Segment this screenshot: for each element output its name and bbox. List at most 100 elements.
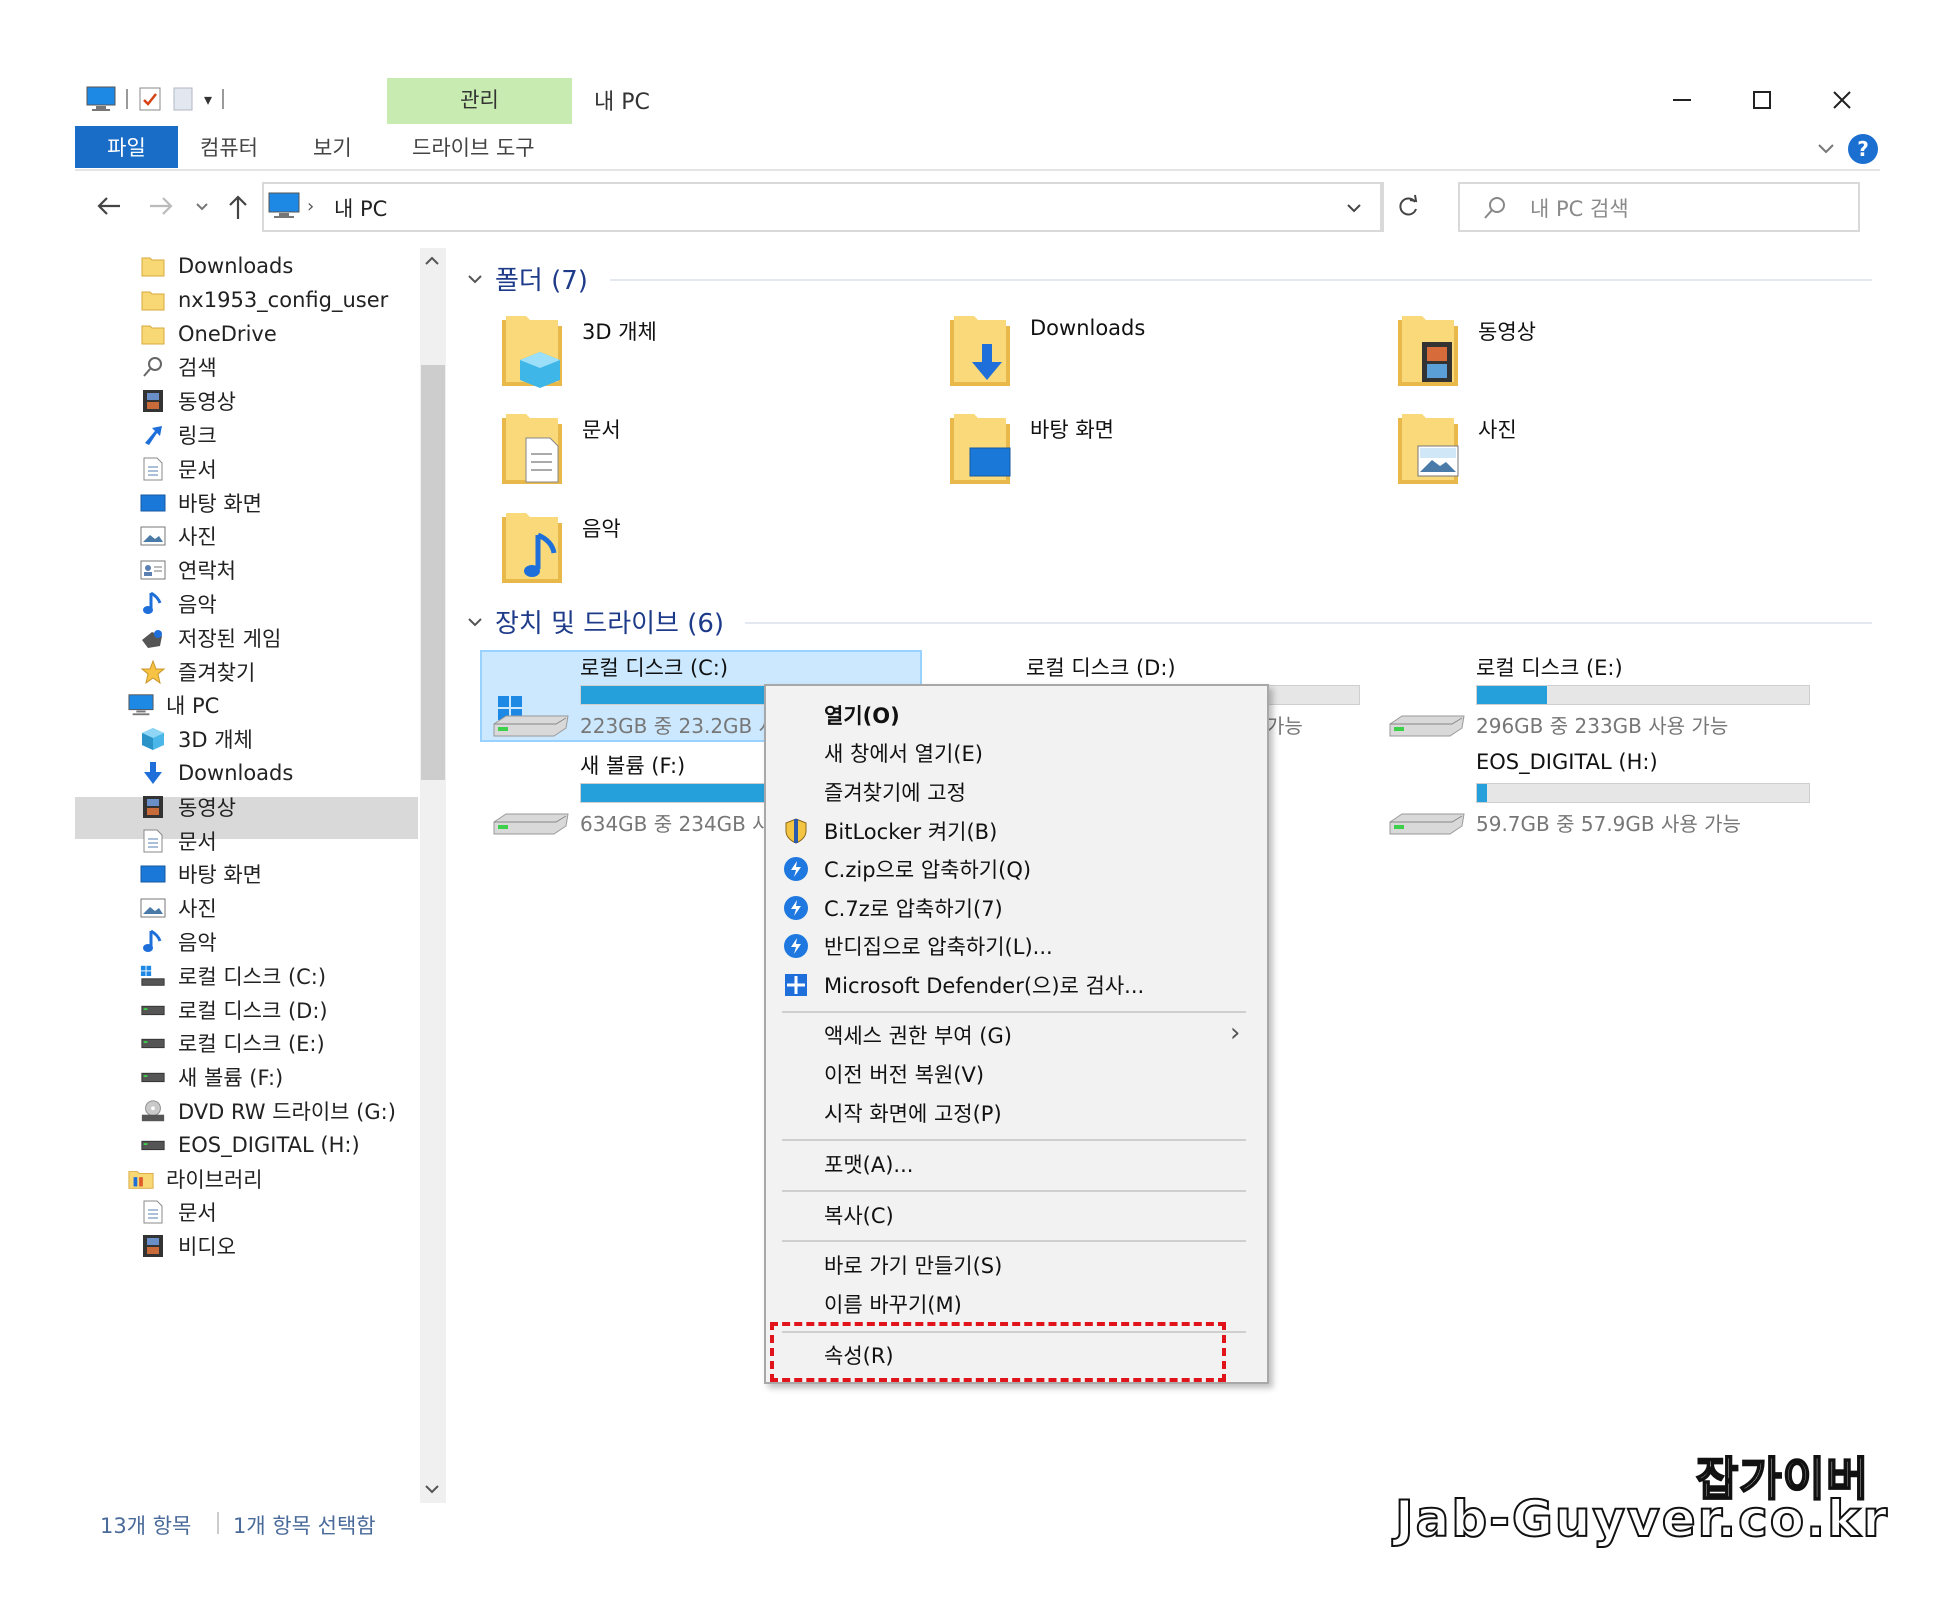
properties-icon[interactable]	[138, 86, 162, 112]
context-menu-item[interactable]: 시작 화면에 고정(P)	[824, 1098, 1002, 1128]
nav-item[interactable]: 로컬 디스크 (E:)	[140, 1024, 325, 1062]
search-input[interactable]	[1458, 182, 1860, 232]
recent-locations-button[interactable]	[193, 197, 211, 215]
nav-item[interactable]: 3D 개체	[140, 720, 253, 758]
nav-item[interactable]: nx1953_config_user	[140, 281, 388, 319]
nav-item[interactable]: 사진	[140, 889, 217, 927]
drive-label[interactable]: 로컬 디스크 (E:)	[1476, 652, 1623, 682]
drive-label[interactable]: 로컬 디스크 (C:)	[580, 652, 728, 682]
nav-item-label: EOS_DIGITAL (H:)	[178, 1132, 360, 1157]
nav-item[interactable]: 링크	[140, 416, 217, 454]
nav-item[interactable]: 내 PC	[128, 686, 219, 724]
nav-scrollbar-thumb[interactable]	[421, 365, 445, 780]
nav-item-label: 사진	[178, 525, 217, 550]
minimize-button[interactable]	[1662, 80, 1702, 120]
nav-item[interactable]: 문서	[140, 822, 217, 860]
context-menu-item[interactable]: 열기(O)	[824, 700, 900, 730]
help-icon[interactable]: ?	[1848, 134, 1878, 164]
expand-ribbon-button[interactable]	[1816, 138, 1836, 158]
tab-drive-tools[interactable]: 드라이브 도구	[412, 132, 535, 162]
nav-item[interactable]: 로컬 디스크 (D:)	[140, 991, 328, 1029]
folder-tile[interactable]: 3D 개체	[500, 312, 657, 388]
forward-button[interactable]	[147, 193, 175, 219]
breadcrumb-separator-icon[interactable]: ›	[307, 196, 314, 217]
folder-tile[interactable]: 문서	[500, 410, 621, 486]
pc-icon[interactable]	[86, 86, 116, 112]
context-menu-item[interactable]: 즐겨찾기에 고정	[824, 777, 966, 807]
context-menu-separator	[782, 1190, 1246, 1192]
scroll-down-button[interactable]	[422, 1480, 442, 1498]
drive-space-info: 59.7GB 중 57.9GB 사용 가능	[1476, 812, 1741, 836]
context-menu-item[interactable]: 이름 바꾸기(M)	[824, 1289, 962, 1319]
drive-label[interactable]: 새 볼륨 (F:)	[580, 750, 685, 780]
address-divider	[1382, 182, 1384, 232]
up-button[interactable]	[225, 193, 251, 221]
nav-item[interactable]: Downloads	[140, 247, 293, 285]
bandizip-icon	[782, 894, 810, 922]
drive-icon[interactable]	[490, 792, 570, 840]
context-menu-item[interactable]: BitLocker 켜기(B)	[824, 816, 997, 846]
manage-context-label: 관리	[460, 88, 499, 112]
nav-item[interactable]: 문서	[140, 450, 217, 488]
context-menu-item[interactable]: 액세스 권한 부여 (G)	[824, 1020, 1012, 1050]
nav-item[interactable]: 바탕 화면	[140, 484, 262, 522]
breadcrumb-pc[interactable]: 내 PC	[334, 193, 387, 223]
nav-item[interactable]: 저장된 게임	[140, 619, 281, 657]
nav-item[interactable]: DVD RW 드라이브 (G:)	[140, 1092, 396, 1130]
address-bar[interactable]	[262, 182, 1382, 232]
context-menu-item[interactable]: C.7z로 압축하기(7)	[824, 893, 1003, 923]
context-menu-item[interactable]: C.zip으로 압축하기(Q)	[824, 854, 1031, 884]
nav-item[interactable]: 동영상	[140, 788, 236, 826]
context-menu-item[interactable]: 반디집으로 압축하기(L)...	[824, 931, 1053, 961]
context-menu-item[interactable]: 복사(C)	[824, 1200, 894, 1230]
drive-label[interactable]: 로컬 디스크 (D:)	[1026, 652, 1176, 682]
context-menu-item[interactable]: 이전 버전 복원(V)	[824, 1059, 984, 1089]
drive-icon[interactable]	[1386, 792, 1466, 840]
folder-tile[interactable]: 바탕 화면	[948, 410, 1114, 486]
nav-item[interactable]: 검색	[140, 348, 217, 386]
folder-icon	[140, 287, 166, 313]
folder-tile[interactable]: 동영상	[1396, 312, 1536, 388]
customize-qat-icon[interactable]: ▾	[204, 90, 212, 109]
nav-item[interactable]: 음악	[140, 923, 217, 961]
nav-item[interactable]: OneDrive	[140, 315, 277, 353]
context-menu-item[interactable]: 포맷(A)...	[824, 1149, 913, 1179]
system-drive-icon[interactable]	[490, 694, 570, 742]
new-folder-icon[interactable]	[172, 86, 194, 112]
nav-item[interactable]: 사진	[140, 517, 217, 555]
maximize-button[interactable]	[1742, 80, 1782, 120]
tab-view[interactable]: 보기	[313, 132, 352, 162]
drive-icon[interactable]	[1386, 694, 1466, 742]
folders-group-header[interactable]: 폴더 (7)	[465, 260, 588, 297]
close-button[interactable]	[1822, 80, 1862, 120]
context-menu-item[interactable]: 바로 가기 만들기(S)	[824, 1250, 1002, 1280]
folder-tile[interactable]: Downloads	[948, 312, 1145, 388]
drive-label[interactable]: EOS_DIGITAL (H:)	[1476, 750, 1658, 774]
nav-item[interactable]: 즐겨찾기	[140, 653, 255, 691]
context-menu-item[interactable]: Microsoft Defender(으)로 검사...	[824, 970, 1144, 1000]
nav-item[interactable]: 문서	[140, 1193, 217, 1231]
drives-group-header[interactable]: 장치 및 드라이브 (6)	[465, 603, 724, 640]
drive-icon	[140, 1132, 166, 1158]
nav-item[interactable]: 로컬 디스크 (C:)	[140, 957, 326, 995]
music-folder-icon	[500, 509, 564, 585]
nav-item[interactable]: EOS_DIGITAL (H:)	[140, 1126, 360, 1164]
nav-item[interactable]: 바탕 화면	[140, 855, 262, 893]
nav-item[interactable]: 음악	[140, 585, 217, 623]
nav-item[interactable]: 동영상	[140, 382, 236, 420]
refresh-button[interactable]	[1395, 194, 1421, 220]
address-dropdown-button[interactable]	[1344, 198, 1364, 218]
nav-item[interactable]: 비디오	[140, 1227, 236, 1265]
nav-item[interactable]: 라이브러리	[128, 1160, 263, 1198]
nav-item[interactable]: Downloads	[140, 754, 293, 792]
file-tab[interactable]: 파일	[75, 126, 178, 168]
context-menu-item[interactable]: 새 창에서 열기(E)	[824, 738, 983, 768]
scroll-up-button[interactable]	[422, 252, 442, 270]
nav-item[interactable]: 새 볼륨 (F:)	[140, 1058, 283, 1096]
folder-tile[interactable]: 음악	[500, 509, 621, 585]
nav-item[interactable]: 연락처	[140, 551, 236, 589]
drives-group-label: 장치 및 드라이브 (6)	[495, 609, 725, 639]
folder-tile[interactable]: 사진	[1396, 410, 1517, 486]
tab-computer[interactable]: 컴퓨터	[200, 132, 258, 162]
back-button[interactable]	[95, 193, 123, 219]
